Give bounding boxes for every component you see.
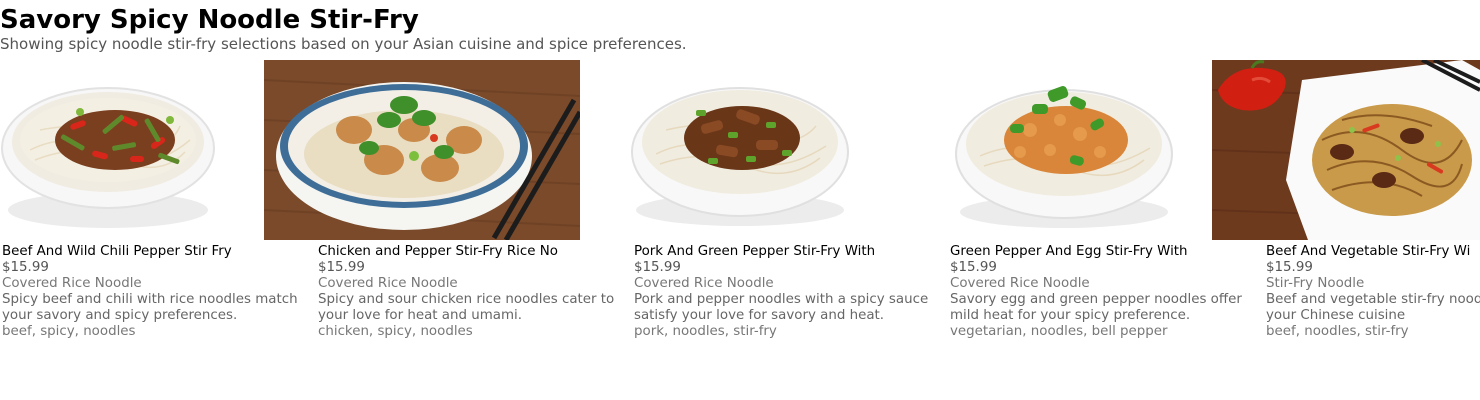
dish-category: Covered Rice Noodle	[2, 276, 142, 291]
dish-info: Chicken and Pepper Stir-Fry Rice No $15.…	[318, 244, 623, 340]
dish-description: Spicy beef and chili with rice noodles m…	[2, 292, 298, 323]
dish-price: $15.99	[2, 260, 49, 275]
dish-price: $15.99	[318, 260, 365, 275]
dish-tags: beef, noodles, stir-fry	[1266, 324, 1409, 339]
dish-category: Covered Rice Noodle	[950, 276, 1090, 291]
dish-image[interactable]	[264, 60, 580, 240]
dish-image[interactable]	[1212, 60, 1480, 240]
dish-tags: beef, spicy, noodles	[2, 324, 136, 339]
dish-image[interactable]	[596, 60, 896, 240]
dish-description: Spicy and sour chicken rice noodles cate…	[318, 292, 615, 323]
page-subtitle: Showing spicy noodle stir-fry selections…	[0, 35, 687, 53]
dish-card-list: Beef And Wild Chili Pepper Stir Fry $15.…	[0, 60, 1480, 400]
dish-info: Beef And Vegetable Stir-Fry Wi $15.99 St…	[1266, 244, 1480, 340]
dish-name[interactable]: Beef And Vegetable Stir-Fry Wi	[1266, 244, 1480, 260]
dish-tags: pork, noodles, stir-fry	[634, 324, 777, 339]
dish-description: Beef and vegetable stir-fry noodles alig…	[1266, 292, 1480, 323]
dish-image[interactable]	[0, 60, 250, 240]
dish-description: Savory egg and green pepper noodles offe…	[950, 292, 1242, 323]
dish-category: Covered Rice Noodle	[634, 276, 774, 291]
dish-price: $15.99	[950, 260, 997, 275]
dish-name[interactable]: Pork And Green Pepper Stir-Fry With	[634, 244, 891, 260]
dish-price: $15.99	[634, 260, 681, 275]
dish-price: $15.99	[1266, 260, 1313, 275]
dish-info: Pork And Green Pepper Stir-Fry With $15.…	[634, 244, 939, 340]
dish-tags: vegetarian, noodles, bell pepper	[950, 324, 1168, 339]
dish-name[interactable]: Chicken and Pepper Stir-Fry Rice No	[318, 244, 575, 260]
dish-card[interactable]: Beef And Vegetable Stir-Fry Wi $15.99 St…	[1212, 60, 1480, 400]
dish-name[interactable]: Green Pepper And Egg Stir-Fry With	[950, 244, 1207, 260]
dish-description: Pork and pepper noodles with a spicy sau…	[634, 292, 929, 323]
dish-image[interactable]	[900, 60, 1212, 240]
dish-category: Stir-Fry Noodle	[1266, 276, 1365, 291]
page-title: Savory Spicy Noodle Stir-Fry	[0, 5, 419, 35]
dish-tags: chicken, spicy, noodles	[318, 324, 473, 339]
dish-category: Covered Rice Noodle	[318, 276, 458, 291]
dish-info: Beef And Wild Chili Pepper Stir Fry $15.…	[2, 244, 307, 340]
dish-info: Green Pepper And Egg Stir-Fry With $15.9…	[950, 244, 1255, 340]
dish-card[interactable]: Chicken and Pepper Stir-Fry Rice No $15.…	[264, 60, 632, 400]
dish-name[interactable]: Beef And Wild Chili Pepper Stir Fry	[2, 244, 259, 260]
